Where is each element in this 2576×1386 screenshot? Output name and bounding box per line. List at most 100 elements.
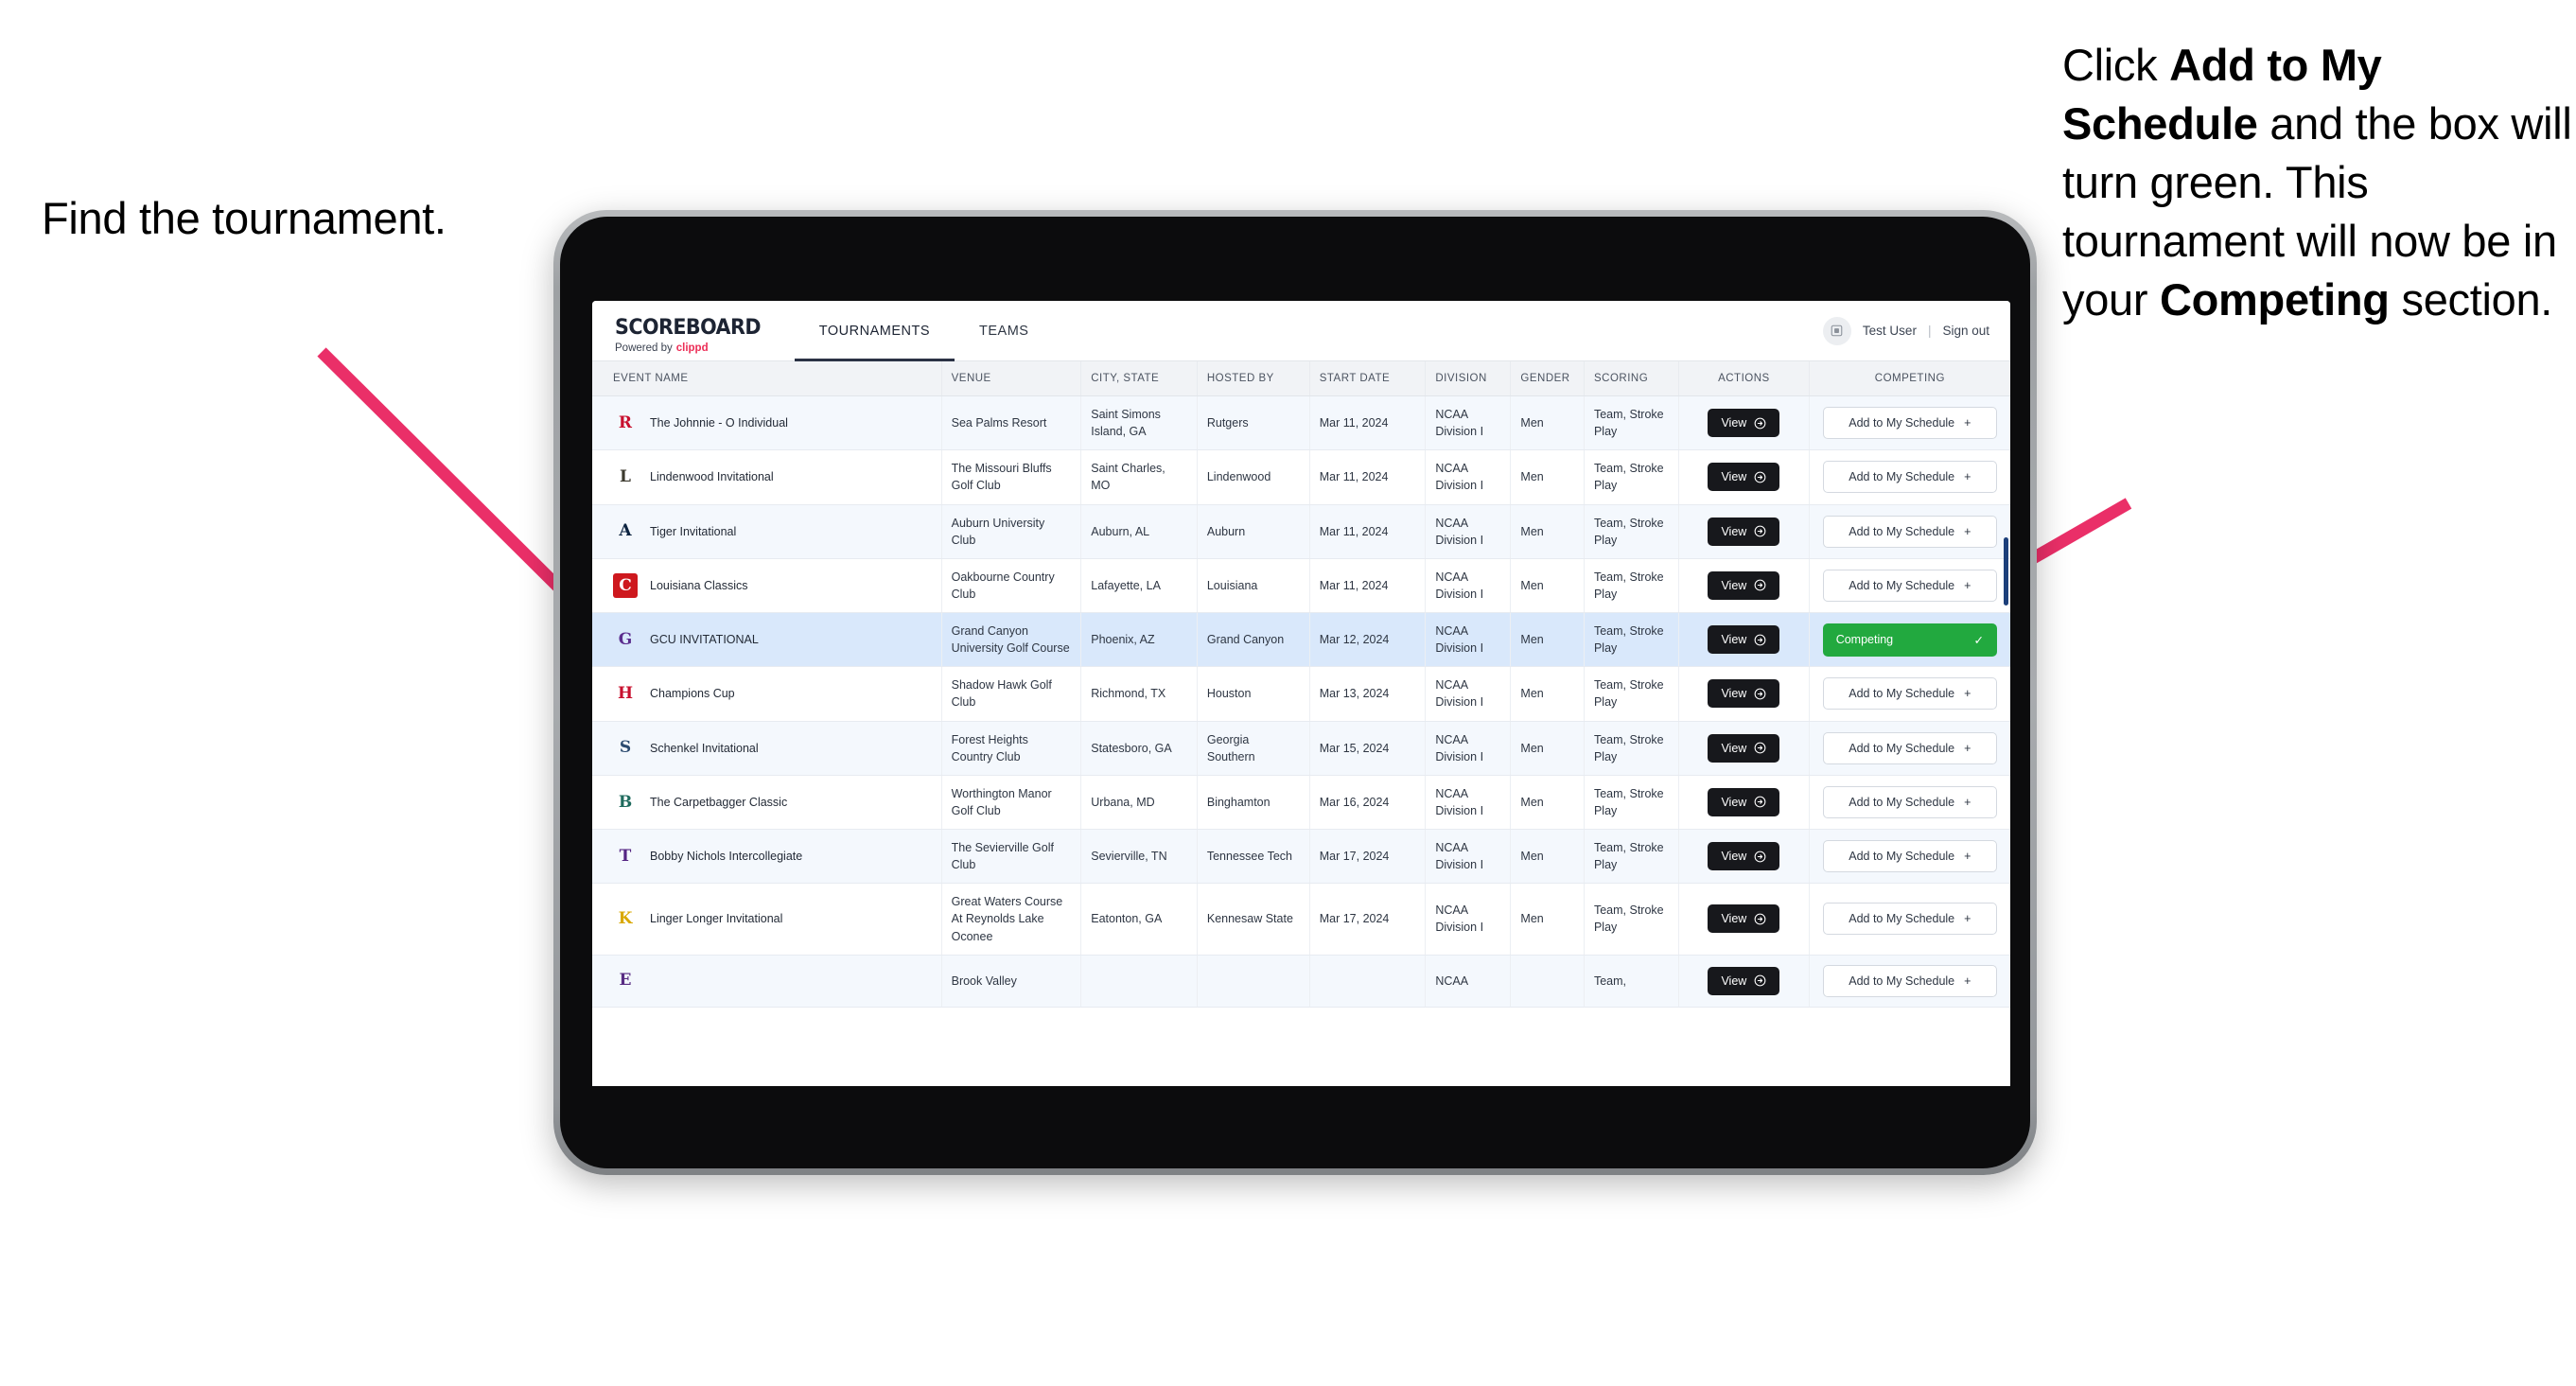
team-logo-icon: B [618, 792, 633, 812]
column-header-hosted-by[interactable]: HOSTED BY [1197, 361, 1310, 396]
table-body: R The Johnnie - O Individual Sea Palms Res… [592, 395, 2010, 1008]
table-row[interactable]: R The Johnnie - O Individual Sea Palms Res… [592, 395, 2010, 451]
cell-hosted-by: Rutgers [1197, 395, 1310, 451]
cell-hosted-by: Louisiana [1197, 558, 1310, 614]
add-to-my-schedule-button[interactable]: Add to My Schedule + [1822, 461, 1997, 494]
table-row[interactable]: T Bobby Nichols Intercollegiate The Sevier… [592, 829, 2010, 885]
add-to-my-schedule-button[interactable]: Add to My Schedule + [1822, 964, 1997, 997]
cell-start-date: Mar 11, 2024 [1309, 395, 1427, 451]
cell-event-name: A Tiger Invitational [592, 504, 942, 559]
column-header-start-date[interactable]: START DATE [1309, 361, 1427, 396]
view-button[interactable]: View [1708, 842, 1780, 871]
column-header-actions[interactable]: ACTIONS [1678, 361, 1810, 396]
cell-hosted-by: Binghamton [1197, 775, 1310, 831]
add-to-my-schedule-button[interactable]: Add to My Schedule + [1822, 903, 1997, 936]
cell-competing: Add to My Schedule + [1809, 883, 2010, 956]
cell-actions: View [1678, 558, 1810, 614]
event-name-label: Louisiana Classics [650, 578, 748, 592]
cell-gender: Men [1510, 504, 1585, 559]
cell-city-state: Richmond, TX [1080, 666, 1198, 722]
plus-icon: + [1964, 578, 1971, 592]
cell-event-name: K Linger Longer Invitational [592, 883, 942, 956]
column-header-city-state[interactable]: CITY, STATE [1080, 361, 1198, 396]
add-to-my-schedule-button[interactable]: Add to My Schedule + [1822, 515, 1997, 548]
table-row[interactable]: S Schenkel Invitational Forest Heights Cou… [592, 721, 2010, 776]
view-button[interactable]: View [1708, 966, 1780, 995]
view-button-label: View [1721, 741, 1747, 755]
cell-city-state: Sevierville, TN [1080, 829, 1198, 885]
cell-start-date: Mar 17, 2024 [1309, 883, 1427, 956]
table-row[interactable]: C Louisiana Classics Oakbourne Country Clu… [592, 558, 2010, 614]
arrow-right-circle-icon [1754, 634, 1766, 646]
cell-actions: View [1678, 504, 1810, 559]
tab-tournaments[interactable]: TOURNAMENTS [794, 301, 955, 361]
add-to-my-schedule-button[interactable]: Add to My Schedule + [1822, 407, 1997, 440]
column-header-gender[interactable]: GENDER [1510, 361, 1585, 396]
column-header-event-name[interactable]: EVENT NAME [592, 361, 942, 396]
table-row[interactable]: H Champions Cup Shadow Hawk Golf Club Richm… [592, 666, 2010, 722]
view-button-label: View [1721, 524, 1747, 538]
cell-competing: Add to My Schedule + [1809, 829, 2010, 885]
cell-city-state: Saint Simons Island, GA [1080, 395, 1198, 451]
brand-wordmark: SCOREBOARD [615, 315, 762, 340]
column-header-scoring[interactable]: SCORING [1584, 361, 1680, 396]
sign-out-link[interactable]: Sign out [1942, 324, 1989, 338]
view-button[interactable]: View [1708, 517, 1780, 546]
view-button[interactable]: View [1708, 570, 1780, 600]
cell-venue: Worthington Manor Golf Club [941, 775, 1082, 831]
vertical-scrollbar-thumb[interactable] [2004, 537, 2008, 605]
view-button[interactable]: View [1708, 463, 1780, 492]
table-row[interactable]: G GCU INVITATIONAL Grand Canyon University… [592, 612, 2010, 668]
user-avatar-icon[interactable] [1822, 316, 1851, 345]
team-logo-icon: L [620, 467, 631, 487]
cell-competing: Add to My Schedule + [1809, 666, 2010, 722]
view-button[interactable]: View [1708, 733, 1780, 763]
view-button-label: View [1721, 974, 1747, 988]
view-button[interactable]: View [1708, 625, 1780, 655]
cell-gender: Men [1510, 449, 1585, 505]
arrow-right-circle-icon [1754, 913, 1766, 925]
cell-gender: Men [1510, 883, 1585, 956]
cell-division: NCAA Division I [1425, 395, 1512, 451]
cell-division: NCAA Division I [1425, 721, 1512, 776]
table-row[interactable]: B The Carpetbagger Classic Worthington Man… [592, 775, 2010, 831]
cell-hosted-by: Auburn [1197, 504, 1310, 559]
cell-start-date: Mar 15, 2024 [1309, 721, 1427, 776]
view-button-label: View [1721, 416, 1747, 430]
view-button[interactable]: View [1708, 787, 1780, 816]
competing-badge-button[interactable]: Competing ✓ [1822, 623, 1997, 657]
table-row[interactable]: L Lindenwood Invitational The Missouri Blu… [592, 449, 2010, 505]
event-name-label: The Carpetbagger Classic [650, 795, 788, 809]
cell-scoring: Team, Stroke Play [1584, 666, 1680, 722]
tab-teams[interactable]: TEAMS [955, 301, 1053, 360]
view-button[interactable]: View [1708, 904, 1780, 934]
cell-start-date: Mar 12, 2024 [1309, 612, 1427, 668]
plus-icon: + [1964, 524, 1971, 538]
add-to-my-schedule-button[interactable]: Add to My Schedule + [1822, 677, 1997, 711]
brand-logo[interactable]: SCOREBOARD Powered by clippd [592, 301, 795, 360]
cell-gender: Men [1510, 666, 1585, 722]
cell-competing: Add to My Schedule + [1809, 721, 2010, 776]
table-row[interactable]: K Linger Longer Invitational Great Waters … [592, 883, 2010, 956]
table-row[interactable]: A Tiger Invitational Auburn University Clu… [592, 504, 2010, 559]
tournaments-table: EVENT NAME VENUE CITY, STATE HOSTED BY START… [592, 361, 2010, 1008]
screenshot-root: Find the tournament. Click Add to My Sch… [0, 0, 2576, 1386]
event-name-label: Linger Longer Invitational [650, 912, 783, 926]
column-header-venue[interactable]: VENUE [941, 361, 1082, 396]
column-header-division[interactable]: DIVISION [1425, 361, 1512, 396]
cell-division: NCAA Division I [1425, 612, 1512, 668]
column-header-competing[interactable]: COMPETING [1809, 361, 2010, 396]
view-button[interactable]: View [1708, 409, 1780, 438]
add-to-my-schedule-button[interactable]: Add to My Schedule + [1822, 785, 1997, 818]
add-to-my-schedule-button[interactable]: Add to My Schedule + [1822, 569, 1997, 602]
cell-venue: The Sevierville Golf Club [941, 829, 1082, 885]
view-button[interactable]: View [1708, 679, 1780, 709]
add-to-my-schedule-button[interactable]: Add to My Schedule + [1822, 731, 1997, 764]
table-row[interactable]: E Brook Valley NCAA Team, View Add to My Sche… [592, 955, 2010, 1008]
cell-division: NCAA [1425, 955, 1512, 1008]
add-to-my-schedule-button[interactable]: Add to My Schedule + [1822, 840, 1997, 873]
view-button-label: View [1721, 633, 1747, 647]
add-to-my-schedule-label: Add to My Schedule [1849, 524, 1955, 538]
cell-city-state: Phoenix, AZ [1080, 612, 1198, 668]
cell-competing: Add to My Schedule + [1809, 558, 2010, 614]
